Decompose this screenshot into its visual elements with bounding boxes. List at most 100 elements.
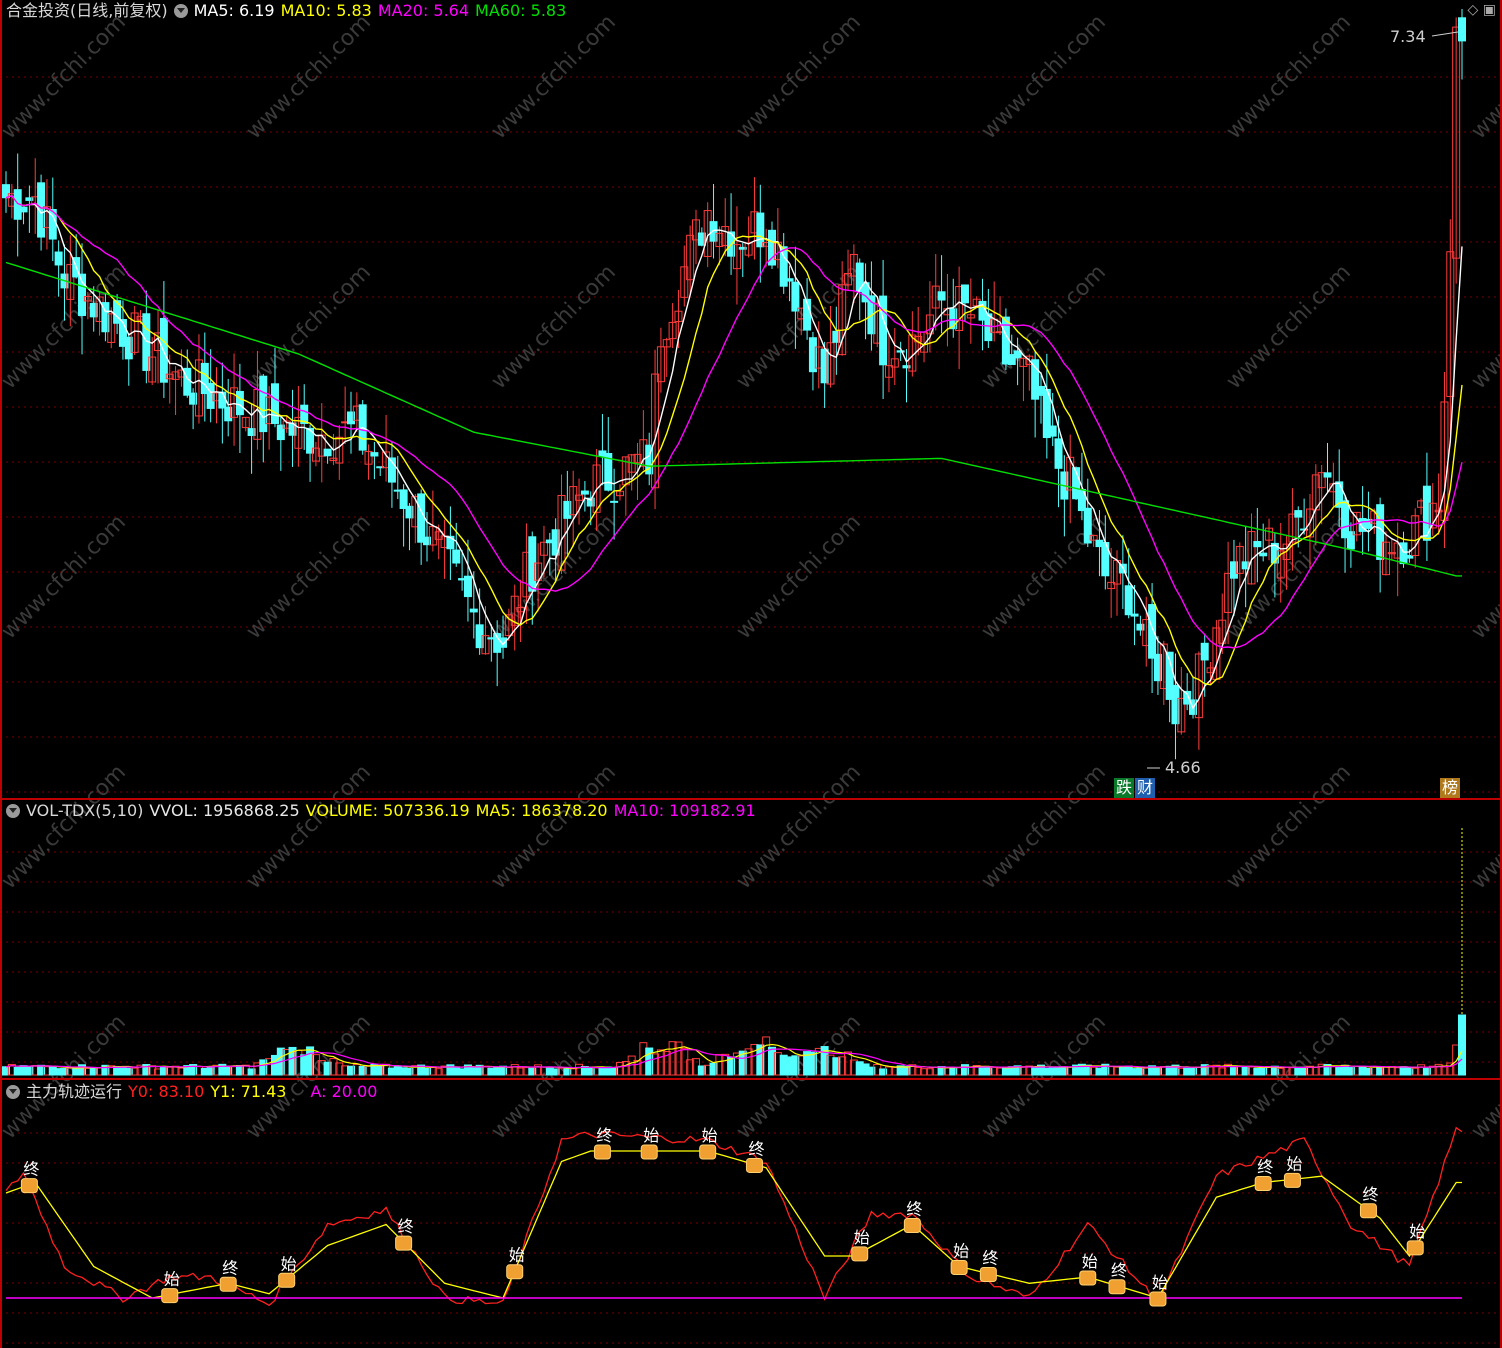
price-panel-header: 合金投资(日线,前复权) MA5: 6.19 MA10: 5.83 MA20: 5.6… xyxy=(6,0,572,22)
signal-badge-icon xyxy=(278,1272,296,1288)
candle-body xyxy=(19,206,28,213)
watermark-text: www.cfchi.com xyxy=(732,760,866,894)
signal-badge-icon xyxy=(1359,1203,1377,1219)
signal-badge-icon xyxy=(219,1276,237,1292)
watermark-text: www.cfchi.com xyxy=(0,510,131,644)
candle-body xyxy=(1013,350,1022,359)
signal-label: 终 xyxy=(982,1249,998,1268)
candle-body xyxy=(960,284,969,304)
watermark-text: www.cfchi.com xyxy=(242,1010,376,1144)
signal-badge-icon xyxy=(979,1267,997,1282)
signal-label: 终 xyxy=(398,1217,414,1236)
watermark-text: www.cfchi.com xyxy=(732,1010,866,1144)
signal-label: 始 xyxy=(281,1254,297,1273)
panel-controls[interactable]: ◇ ▣ xyxy=(1468,2,1496,18)
signal-badge-icon xyxy=(20,1178,38,1194)
watermark-text: www.cfchi.com xyxy=(1467,760,1502,894)
signal-badge-icon xyxy=(1108,1279,1126,1295)
candle-body xyxy=(1399,542,1408,565)
candle-body xyxy=(1148,604,1157,659)
signal-badge-icon xyxy=(1079,1270,1097,1286)
signal-label: 终 xyxy=(906,1200,922,1219)
candle-body xyxy=(580,490,589,495)
tag-fall[interactable]: 跌 xyxy=(1114,778,1135,798)
signal-label: 终 xyxy=(222,1258,238,1277)
signal-badge-icon xyxy=(1283,1172,1301,1188)
signal-badge-icon xyxy=(395,1235,413,1251)
candle-body xyxy=(463,575,472,598)
high-price-label: 7.34 xyxy=(1390,27,1426,46)
candle-body xyxy=(270,383,279,424)
watermark-text: www.cfchi.com xyxy=(242,760,376,894)
high-arrow xyxy=(1431,31,1459,37)
candle-body xyxy=(218,391,227,409)
watermark-text: www.cfchi.com xyxy=(1222,260,1356,394)
watermark-text: www.cfchi.com xyxy=(242,510,376,644)
indicator-title[interactable]: 主力轨迹运行 xyxy=(26,1082,122,1101)
signal-label: 始 xyxy=(702,1126,718,1145)
vol-ma10-label: MA10: 109182.91 xyxy=(613,801,756,820)
volume-bar xyxy=(1458,1014,1466,1076)
indicator-dropdown-icon[interactable] xyxy=(6,1085,20,1099)
signal-label: 终 xyxy=(748,1139,764,1158)
signal-label: 始 xyxy=(1082,1252,1098,1271)
watermark-text: www.cfchi.com xyxy=(977,1010,1111,1144)
ma5-label: MA5: 6.19 xyxy=(193,1,275,20)
signal-label: 终 xyxy=(1111,1261,1127,1280)
low-price-label: 4.66 xyxy=(1165,758,1201,777)
candle-body xyxy=(791,281,800,312)
candle-body xyxy=(1458,17,1466,42)
indicator-panel-header: 主力轨迹运行 Y0: 83.10 Y1: 71.43 A: 20.00 xyxy=(6,1081,383,1103)
signal-badge-icon xyxy=(161,1288,179,1304)
signal-badge-icon xyxy=(903,1218,921,1233)
candle-body xyxy=(1259,552,1268,557)
signal-label: 始 xyxy=(1409,1222,1425,1241)
signal-label: 终 xyxy=(23,1160,39,1179)
candle-body xyxy=(610,500,619,503)
watermark-text: www.cfchi.com xyxy=(1467,260,1502,394)
tag-finance[interactable]: 财 xyxy=(1135,778,1156,798)
vol-title[interactable]: VOL-TDX(5,10) xyxy=(26,801,143,820)
y0-label: Y0: 83.10 xyxy=(128,1082,205,1101)
candle-body xyxy=(937,291,946,301)
candle-body xyxy=(1323,472,1332,478)
signal-badge-icon xyxy=(640,1144,658,1160)
candle-body xyxy=(1200,642,1209,661)
watermark-text: www.cfchi.com xyxy=(487,760,621,894)
stock-title[interactable]: 合金投资(日线,前复权) xyxy=(6,1,168,20)
watermark-text: www.cfchi.com xyxy=(487,1010,621,1144)
candle-body xyxy=(235,390,244,416)
candle-body xyxy=(785,278,794,282)
signal-badge-icon xyxy=(1406,1240,1424,1256)
watermark-text: www.cfchi.com xyxy=(242,260,376,394)
signal-label: 终 xyxy=(596,1126,612,1145)
stock-chart-canvas[interactable]: www.cfchi.com www.cfchi.com www.cfchi.com w… xyxy=(0,0,1502,1348)
candle-body xyxy=(756,212,765,248)
signal-label: 始 xyxy=(509,1246,525,1265)
watermark-text: www.cfchi.com xyxy=(1222,10,1356,144)
ma20-label: MA20: 5.64 xyxy=(377,1,470,20)
candle-body xyxy=(399,489,408,509)
candle-body xyxy=(370,452,379,457)
volume-dropdown-icon[interactable] xyxy=(6,804,20,818)
signal-label: 始 xyxy=(164,1270,180,1289)
signal-badge-icon xyxy=(1149,1291,1167,1307)
signal-label: 终 xyxy=(1257,1158,1273,1177)
candle-body xyxy=(452,549,461,564)
vol-ma5-label: MA5: 186378.20 xyxy=(475,801,608,820)
a-label: A: 20.00 xyxy=(310,1082,378,1101)
signal-label: 始 xyxy=(643,1126,659,1145)
signal-badge-icon xyxy=(950,1260,968,1275)
signal-label: 终 xyxy=(1362,1185,1378,1204)
candle-body xyxy=(896,350,905,353)
indicator-lines: 终始终 始终始终始始终始终始终始终始终 始终始 xyxy=(5,1126,1463,1307)
watermark-text: www.cfchi.com xyxy=(487,260,621,394)
dropdown-circle-icon[interactable] xyxy=(173,4,188,18)
candle-body xyxy=(54,251,63,266)
candle-body xyxy=(879,295,888,366)
signal-badge-icon xyxy=(745,1157,763,1173)
watermark-text: www.cfchi.com xyxy=(977,260,1111,394)
tag-ranking[interactable]: 榜 xyxy=(1440,778,1461,798)
signal-label: 始 xyxy=(1152,1273,1168,1292)
candle-body xyxy=(1294,510,1303,518)
